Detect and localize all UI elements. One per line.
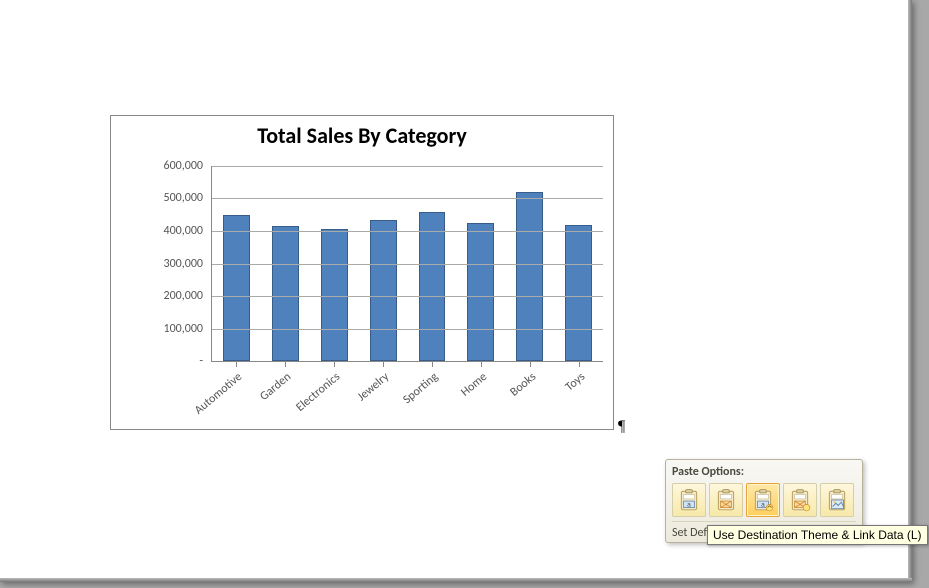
x-label-slot: Electronics bbox=[309, 364, 358, 424]
page-shadow-right bbox=[908, 0, 912, 582]
chart-gridline bbox=[212, 329, 603, 330]
y-tick-label: 500,000 bbox=[164, 191, 204, 205]
paste-option-use-destination-theme-link[interactable]: a bbox=[746, 483, 780, 517]
paste-options-icons-row: aa bbox=[672, 483, 856, 517]
y-tick-label: 300,000 bbox=[164, 257, 204, 271]
chart-plot-wrap: -100,000200,000300,000400,000500,000600,… bbox=[141, 166, 603, 361]
paste-option-keep-source-formatting-embed[interactable] bbox=[709, 483, 743, 517]
x-label-slot: Automotive bbox=[211, 364, 260, 424]
page-shadow-bottom bbox=[0, 578, 912, 582]
x-label-slot: Garden bbox=[260, 364, 309, 424]
svg-text:a: a bbox=[761, 502, 765, 509]
chart-y-axis: -100,000200,000300,000400,000500,000600,… bbox=[141, 166, 209, 361]
chart-bar[interactable] bbox=[419, 212, 446, 361]
chart-gridline bbox=[212, 231, 603, 232]
chart-bar[interactable] bbox=[565, 225, 592, 362]
paragraph-mark: ¶ bbox=[618, 418, 625, 436]
chart-bar[interactable] bbox=[223, 215, 250, 361]
svg-text:a: a bbox=[687, 502, 691, 509]
paste-option-keep-source-formatting-link[interactable] bbox=[783, 483, 817, 517]
chart-object[interactable]: Total Sales By Category - 100,000 200,000 3… bbox=[110, 115, 614, 430]
x-label-slot: Sporting bbox=[407, 364, 456, 424]
document-page: Total Sales By Category - 100,000 200,000 3… bbox=[0, 0, 912, 582]
x-label-slot: Books bbox=[505, 364, 554, 424]
chart-gridline bbox=[212, 264, 603, 265]
x-label-slot: Toys bbox=[554, 364, 603, 424]
tooltip: Use Destination Theme & Link Data (L) bbox=[707, 525, 928, 545]
y-tick-label: - bbox=[199, 354, 203, 368]
chart-plot-area bbox=[211, 166, 603, 362]
chart-title: Total Sales By Category bbox=[111, 122, 613, 149]
paste-options-title: Paste Options: bbox=[672, 465, 856, 479]
x-label-slot: Jewelry bbox=[358, 364, 407, 424]
chart-gridline bbox=[212, 166, 603, 167]
paste-option-picture[interactable] bbox=[820, 483, 854, 517]
y-tick-label: 200,000 bbox=[164, 289, 204, 303]
x-label-slot: Home bbox=[456, 364, 505, 424]
paste-option-use-destination-theme-embed[interactable]: a bbox=[672, 483, 706, 517]
chart-x-labels: AutomotiveGardenElectronicsJewelrySporti… bbox=[211, 364, 603, 424]
chart-gridline bbox=[212, 198, 603, 199]
chart-bar[interactable] bbox=[516, 192, 543, 361]
chart-bar[interactable] bbox=[467, 223, 494, 361]
y-tick-label: 100,000 bbox=[164, 322, 204, 336]
y-tick-label: 400,000 bbox=[164, 224, 204, 238]
chart-gridline bbox=[212, 296, 603, 297]
y-tick-label: 600,000 bbox=[164, 159, 204, 173]
